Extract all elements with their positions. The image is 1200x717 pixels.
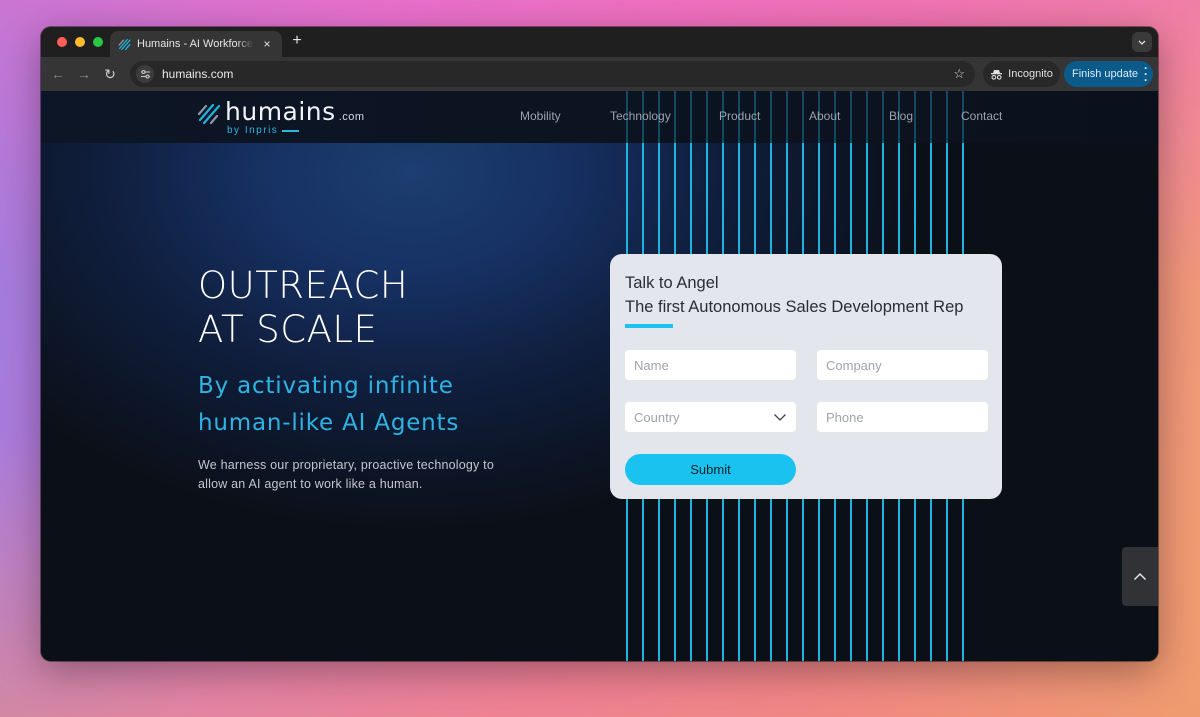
back-button[interactable]: ← bbox=[49, 65, 67, 83]
finish-update-label: Finish update bbox=[1072, 68, 1139, 80]
hero-description-line-1: We harness our proprietary, proactive te… bbox=[198, 458, 494, 472]
address-bar[interactable]: humains.com ☆ bbox=[130, 61, 975, 87]
chevron-down-icon bbox=[1138, 40, 1146, 45]
tune-icon bbox=[140, 69, 150, 79]
nav-contact[interactable]: Contact bbox=[961, 109, 1002, 123]
hero-title-line-2: AT SCALE bbox=[198, 308, 378, 351]
incognito-icon bbox=[991, 69, 1003, 80]
hero-subtitle: By activating infinite human-like AI Age… bbox=[198, 368, 459, 442]
nav-technology[interactable]: Technology bbox=[610, 109, 671, 123]
tab-strip: Humains - AI Workforce Revolution × + bbox=[41, 27, 1158, 57]
company-input[interactable] bbox=[817, 350, 988, 380]
nav-about[interactable]: About bbox=[809, 109, 840, 123]
hero-title-line-1: OUTREACH bbox=[198, 264, 409, 307]
browser-window: Humains - AI Workforce Revolution × + ← … bbox=[41, 27, 1158, 661]
form-heading-line-2: The first Autonomous Sales Development R… bbox=[625, 298, 964, 316]
browser-toolbar: ← → ↻ humains.com ☆ Incognito Finish upd… bbox=[41, 57, 1158, 91]
nav-mobility[interactable]: Mobility bbox=[520, 109, 561, 123]
url-text[interactable]: humains.com bbox=[162, 67, 233, 81]
chevron-down-icon bbox=[774, 413, 786, 421]
tab-title: Humains - AI Workforce Revolution bbox=[137, 38, 254, 50]
humains-logo-icon bbox=[118, 38, 131, 50]
main-nav: Mobility Technology Product About Blog C… bbox=[41, 91, 1158, 143]
bookmark-star-icon[interactable]: ☆ bbox=[953, 66, 965, 82]
name-input[interactable] bbox=[625, 350, 796, 380]
close-tab-icon[interactable]: × bbox=[260, 37, 274, 51]
reload-button[interactable]: ↻ bbox=[101, 65, 119, 83]
site-info-icon[interactable] bbox=[136, 65, 154, 83]
incognito-label: Incognito bbox=[1008, 68, 1053, 80]
more-options-icon[interactable]: · · · bbox=[1144, 62, 1148, 86]
forward-button[interactable]: → bbox=[75, 65, 93, 83]
maximize-window-button[interactable] bbox=[93, 37, 103, 47]
close-window-button[interactable] bbox=[57, 37, 67, 47]
finish-update-button[interactable]: Finish update · · · bbox=[1064, 61, 1153, 87]
window-controls bbox=[57, 37, 103, 47]
scroll-to-top-button[interactable] bbox=[1122, 547, 1158, 606]
submit-button[interactable]: Submit bbox=[625, 454, 796, 485]
web-page: humains .com by Inpris Mobility Technolo… bbox=[41, 91, 1158, 661]
hero-title: OUTREACH AT SCALE bbox=[198, 264, 408, 352]
form-heading-line-1: Talk to Angel bbox=[625, 274, 719, 292]
country-select-value: Country bbox=[634, 409, 680, 425]
hero-subtitle-line-2: human-like AI Agents bbox=[198, 410, 460, 436]
chevron-up-icon bbox=[1133, 572, 1147, 581]
nav-blog[interactable]: Blog bbox=[889, 109, 913, 123]
hero-description-line-2: allow an AI agent to work like a human. bbox=[198, 477, 423, 491]
hero-subtitle-line-1: By activating infinite bbox=[198, 373, 454, 399]
form-accent-bar bbox=[625, 324, 673, 328]
nav-product[interactable]: Product bbox=[719, 109, 760, 123]
phone-input[interactable] bbox=[817, 402, 988, 432]
form-heading: Talk to Angel The first Autonomous Sales… bbox=[625, 271, 963, 319]
contact-form-card: Talk to Angel The first Autonomous Sales… bbox=[610, 254, 1002, 499]
new-tab-button[interactable]: + bbox=[289, 33, 305, 49]
incognito-indicator[interactable]: Incognito bbox=[983, 61, 1060, 87]
tab-humains[interactable]: Humains - AI Workforce Revolution × bbox=[110, 31, 282, 57]
country-select[interactable]: Country bbox=[625, 402, 796, 432]
hero-description: We harness our proprietary, proactive te… bbox=[198, 456, 518, 494]
minimize-window-button[interactable] bbox=[75, 37, 85, 47]
tab-search-button[interactable] bbox=[1132, 32, 1152, 52]
